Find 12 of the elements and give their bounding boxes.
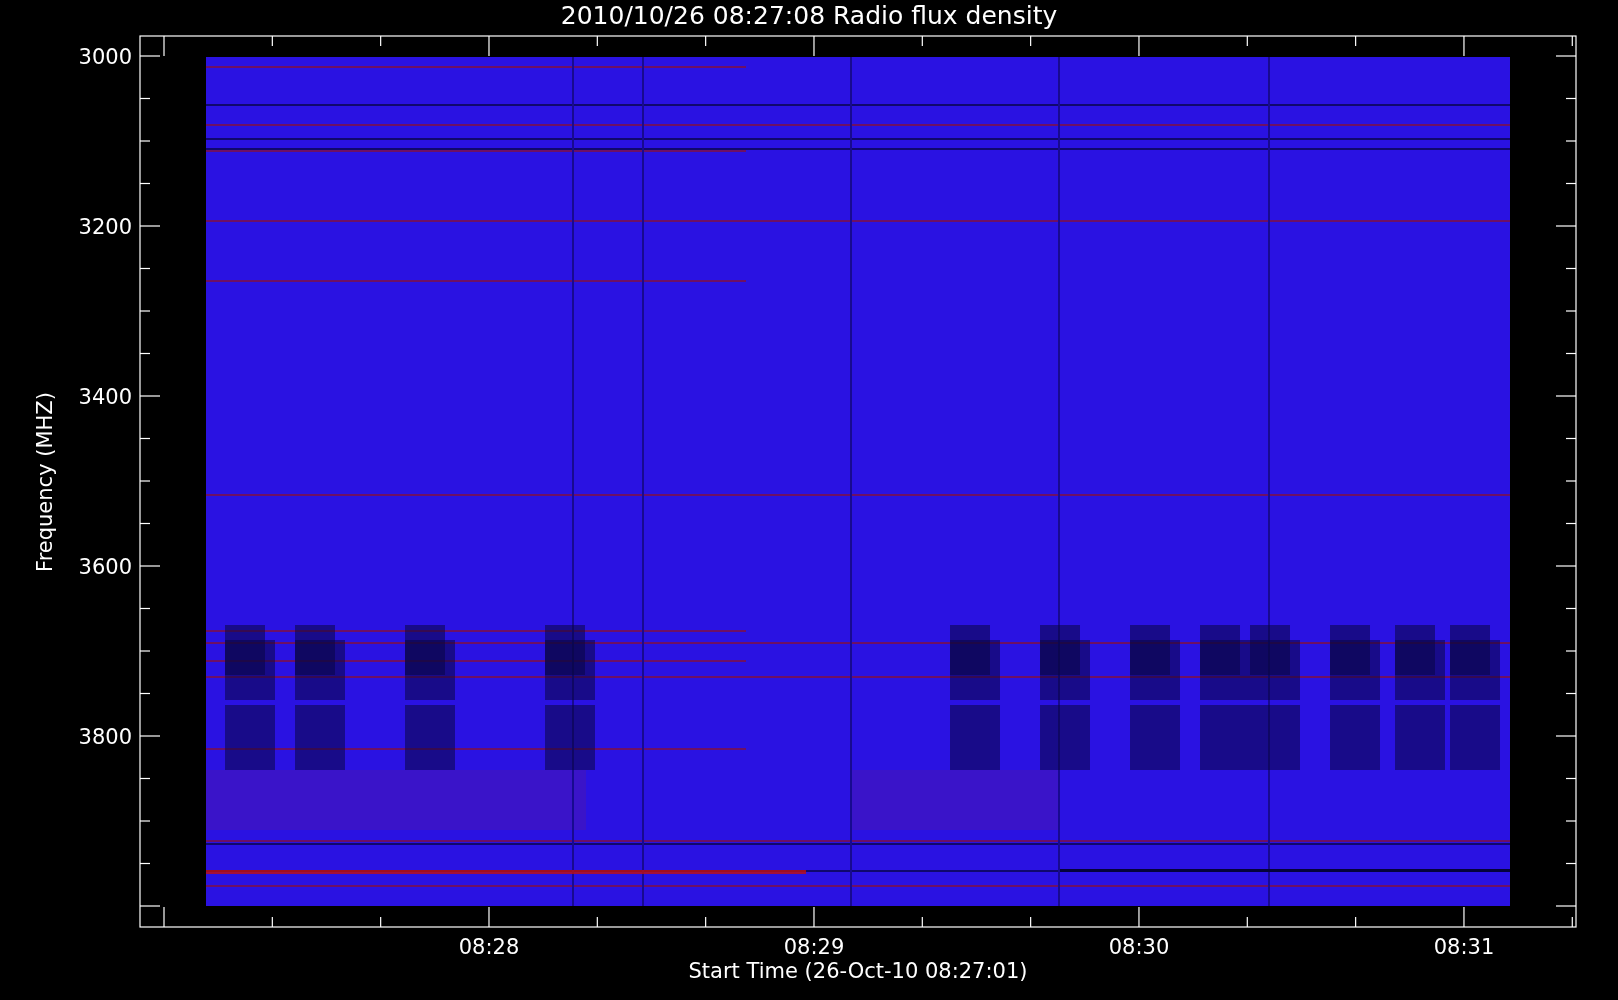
- y-tick-label: 3800: [78, 725, 132, 749]
- y-axis-label: Frequency (MHZ): [33, 392, 57, 572]
- y-tick-label: 3200: [78, 215, 132, 239]
- x-axis-label: Start Time (26-Oct-10 08:27:01): [688, 959, 1028, 983]
- y-tick-label: 3400: [78, 385, 132, 409]
- x-tick-label: 08:29: [783, 935, 845, 959]
- x-tick-label: 08:30: [1108, 935, 1170, 959]
- x-tick-label: 08:31: [1433, 935, 1495, 959]
- plot-title: 2010/10/26 08:27:08 Radio flux density: [560, 1, 1058, 30]
- y-tick-label: 3000: [78, 45, 132, 69]
- y-tick-label: 3600: [78, 555, 132, 579]
- x-tick-label: 08:28: [458, 935, 520, 959]
